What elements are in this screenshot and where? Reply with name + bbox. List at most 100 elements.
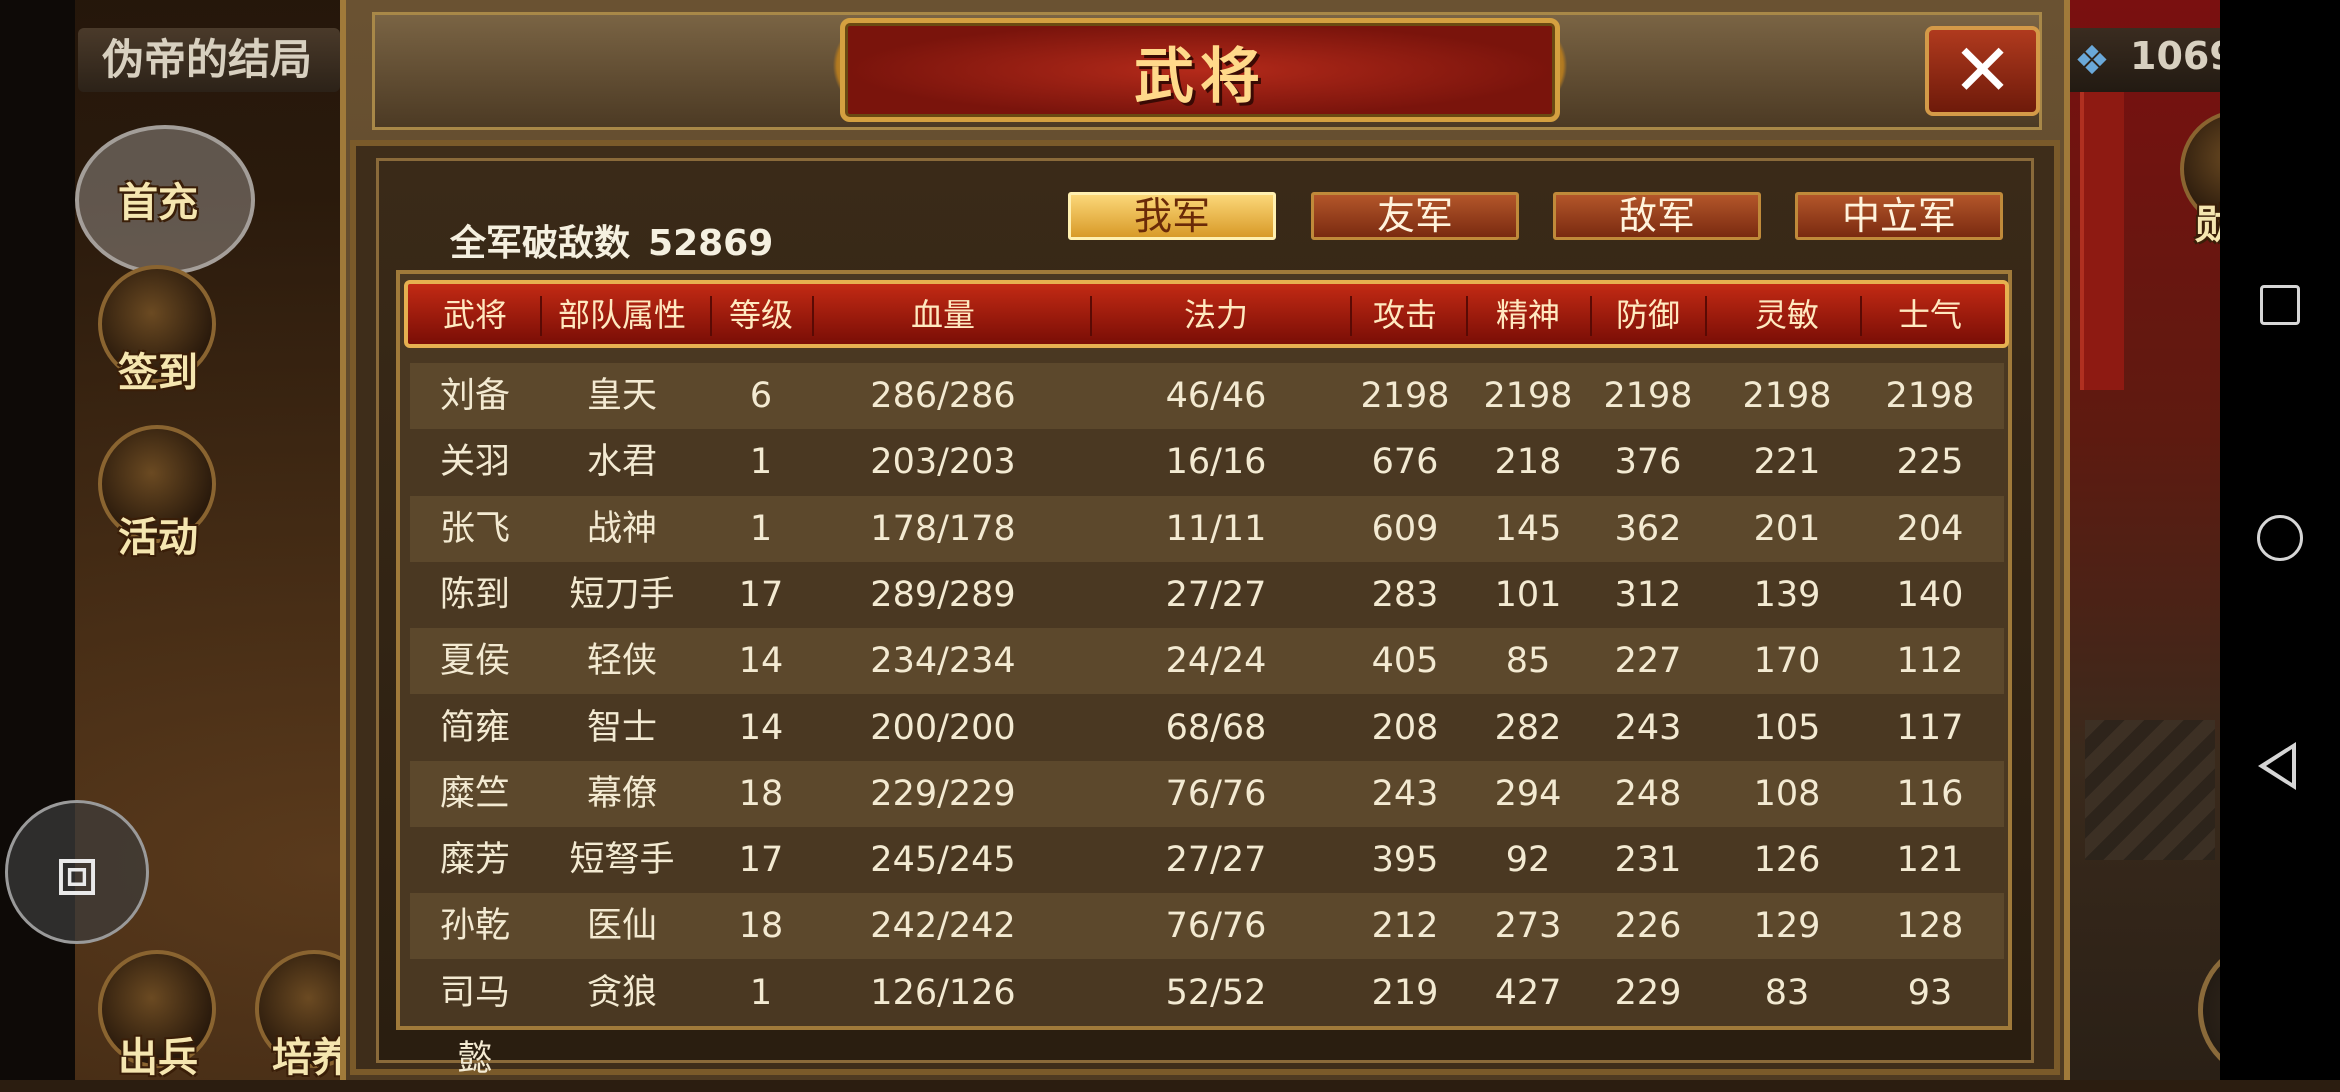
table-cell: 战神 <box>586 508 657 549</box>
tab-neutral-army[interactable]: 中立军 <box>1795 192 2003 240</box>
table-cell: 张飞 <box>439 508 510 549</box>
table-cell: 112 <box>1896 641 1964 682</box>
table-cell: 273 <box>1494 906 1562 947</box>
table-cell: 11/11 <box>1165 508 1267 549</box>
table-cell: 93 <box>1907 972 1953 1013</box>
table-cell: 轻侠 <box>586 641 657 682</box>
activity-label: 活动 <box>118 515 198 561</box>
table-cell: 178/178 <box>870 508 1016 549</box>
table-cell: 76/76 <box>1165 906 1267 947</box>
table-cell: 427 <box>1494 972 1562 1013</box>
table-cell: 229/229 <box>870 773 1016 814</box>
table-cell: 283 <box>1371 574 1439 615</box>
column-header[interactable]: 武将 <box>425 293 525 337</box>
kills-label: 全军破敌数 <box>450 223 631 264</box>
table-cell: 203/203 <box>870 442 1016 483</box>
table-cell: 2198 <box>1483 376 1573 416</box>
quest-title[interactable]: 伪帝的结局 <box>78 28 340 92</box>
table-cell: 129 <box>1753 906 1821 947</box>
table-cell: 刘备 <box>439 376 510 416</box>
table-cell: 395 <box>1371 840 1439 881</box>
table-cell: 208 <box>1371 707 1439 748</box>
table-cell: 2198 <box>1360 376 1450 416</box>
table-cell: 226 <box>1614 906 1682 947</box>
dispatch-label: 出兵 <box>118 1035 198 1081</box>
table-cell: 夏侯博 <box>439 641 510 747</box>
table-cell: 医仙 <box>586 906 657 947</box>
table-cell: 121 <box>1896 840 1964 881</box>
header-divider <box>812 296 814 336</box>
table-cell: 227 <box>1614 641 1682 682</box>
header-divider <box>540 296 542 336</box>
table-cell: 201 <box>1753 508 1821 549</box>
back-button[interactable] <box>2258 742 2296 790</box>
table-cell: 短刀手 <box>569 574 675 615</box>
recharge-label: 首充 <box>118 180 198 226</box>
column-header[interactable]: 血量 <box>823 293 1063 337</box>
close-button[interactable]: ✕ <box>1925 26 2040 116</box>
table-cell: 52/52 <box>1165 972 1267 1013</box>
header-divider <box>1090 296 1092 336</box>
table-cell: 92 <box>1505 840 1551 881</box>
table-cell: 14 <box>738 707 784 748</box>
table-cell: 幕僚 <box>586 773 657 814</box>
table-cell: 27/27 <box>1165 840 1267 881</box>
header-divider <box>1590 296 1592 336</box>
table-cell: 2198 <box>1885 376 1975 416</box>
tab-my-army[interactable]: 我军 <box>1068 192 1276 240</box>
column-header[interactable]: 士气 <box>1870 293 1990 337</box>
column-header[interactable]: 灵敏 <box>1732 293 1842 337</box>
header-divider <box>1860 296 1862 336</box>
header-divider <box>1350 296 1352 336</box>
column-header[interactable]: 精神 <box>1473 293 1583 337</box>
table-cell: 126/126 <box>870 972 1016 1013</box>
tab-enemy-army[interactable]: 敌军 <box>1553 192 1761 240</box>
table-cell: 362 <box>1614 508 1682 549</box>
column-header[interactable]: 等级 <box>716 293 806 337</box>
table-cell: 17 <box>738 574 784 615</box>
table-cell: 294 <box>1494 773 1562 814</box>
table-cell: 1 <box>749 972 773 1013</box>
table-cell: 24/24 <box>1165 641 1267 682</box>
table-cell: 116 <box>1896 773 1964 814</box>
table-cell: 282 <box>1494 707 1562 748</box>
table-cell: 376 <box>1614 442 1682 483</box>
table-cell: 212 <box>1371 906 1439 947</box>
table-cell: 陈到 <box>439 574 510 615</box>
table-cell: 221 <box>1753 442 1821 483</box>
table-cell: 司马懿 <box>439 972 510 1079</box>
table-cell: 140 <box>1896 574 1964 615</box>
column-header[interactable]: 部队属性 <box>542 293 702 337</box>
table-cell: 2198 <box>1742 376 1832 416</box>
table-cell: 18 <box>738 906 784 947</box>
column-header[interactable]: 法力 <box>1106 293 1326 337</box>
close-icon: ✕ <box>1952 28 2013 112</box>
table-cell: 229 <box>1614 972 1682 1013</box>
table-cell: 简雍 <box>439 707 510 748</box>
cube-icon[interactable]: ⧈ <box>5 800 149 944</box>
table-cell: 405 <box>1371 641 1439 682</box>
table-cell: 贪狼 <box>586 972 657 1013</box>
table-cell: 609 <box>1371 508 1439 549</box>
header-divider <box>710 296 712 336</box>
table-cell: 108 <box>1753 773 1821 814</box>
recent-apps-button[interactable] <box>2260 285 2300 325</box>
table-cell: 126 <box>1753 840 1821 881</box>
table-cell: 糜芳 <box>439 840 510 881</box>
table-cell: 智士 <box>586 707 657 748</box>
column-header[interactable]: 防御 <box>1593 293 1703 337</box>
table-cell: 2198 <box>1603 376 1693 416</box>
table-cell: 1 <box>749 442 773 483</box>
panel-title: 武将 <box>1134 42 1266 112</box>
home-button[interactable] <box>2257 515 2303 561</box>
table-cell: 101 <box>1494 574 1562 615</box>
tab-allied-army[interactable]: 友军 <box>1311 192 1519 240</box>
table-cell: 243 <box>1371 773 1439 814</box>
table-cell: 204 <box>1896 508 1964 549</box>
gem-icon: ❖ <box>2074 38 2110 84</box>
column-header[interactable]: 攻击 <box>1350 293 1460 337</box>
table-cell: 46/46 <box>1165 376 1267 416</box>
table-cell: 105 <box>1753 707 1821 748</box>
table-cell: 14 <box>738 641 784 682</box>
table-cell: 27/27 <box>1165 574 1267 615</box>
